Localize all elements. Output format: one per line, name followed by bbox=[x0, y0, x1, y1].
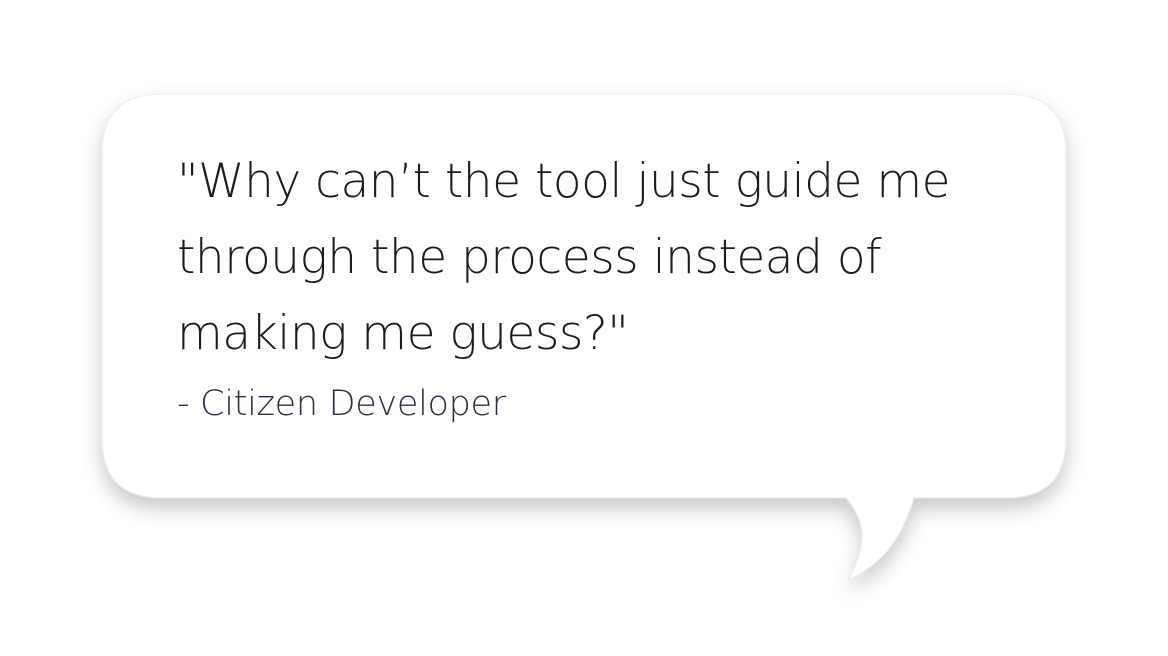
bubble-content: "Why can’t the tool just guide me throug… bbox=[177, 144, 1017, 426]
quote-card: "Why can’t the tool just guide me throug… bbox=[0, 0, 1168, 656]
quote-attribution: - Citizen Developer bbox=[177, 384, 506, 424]
quote-text: "Why can’t the tool just guide me throug… bbox=[177, 154, 951, 361]
